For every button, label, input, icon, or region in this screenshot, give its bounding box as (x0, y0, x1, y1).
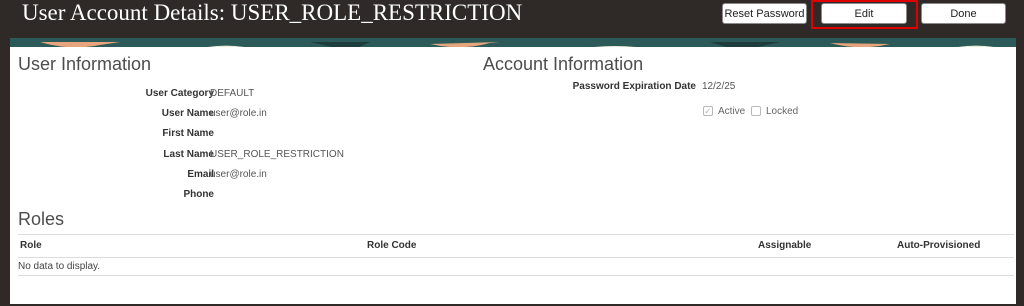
password-expiration-value: 12/2/25 (702, 81, 736, 92)
locked-checkbox (751, 106, 761, 116)
decorative-banner (10, 38, 1016, 47)
user-name-label: User Name (161, 108, 214, 119)
active-checkbox: ✓ (703, 106, 713, 116)
roles-table-top-border (18, 234, 1014, 235)
roles-empty-message: No data to display. (18, 261, 101, 272)
roles-heading: Roles (18, 209, 65, 229)
user-name-value: user@role.in (210, 108, 267, 119)
locked-label: Locked (766, 106, 799, 117)
active-label: Active (718, 106, 746, 117)
edit-button[interactable]: Edit (821, 3, 907, 24)
last-name-label: Last Name (163, 149, 214, 160)
user-category-label: User Category (145, 88, 214, 99)
user-category-value: DEFAULT (210, 88, 255, 99)
roles-table-bottom-border (18, 275, 1014, 276)
phone-label: Phone (183, 189, 214, 200)
last-name-value: USER_ROLE_RESTRICTION (210, 149, 344, 160)
page-title: User Account Details: USER_ROLE_RESTRICT… (22, 0, 523, 25)
account-information-heading: Account Information (483, 54, 644, 74)
content-panel: User Information User Category DEFAULT U… (10, 47, 1016, 305)
password-expiration-label: Password Expiration Date (572, 81, 696, 92)
reset-password-button[interactable]: Reset Password (722, 3, 807, 24)
page-header: User Account Details: USER_ROLE_RESTRICT… (0, 0, 1024, 38)
first-name-label: First Name (162, 128, 214, 139)
column-header-assignable[interactable]: Assignable (758, 240, 811, 251)
email-value: user@role.in (210, 169, 267, 180)
user-information-heading: User Information (18, 54, 152, 74)
column-header-role[interactable]: Role (20, 240, 42, 251)
column-header-role-code[interactable]: Role Code (367, 240, 416, 251)
column-header-auto-provisioned[interactable]: Auto-Provisioned (897, 240, 980, 251)
roles-table-header-border (18, 257, 1014, 258)
done-button[interactable]: Done (921, 3, 1006, 24)
